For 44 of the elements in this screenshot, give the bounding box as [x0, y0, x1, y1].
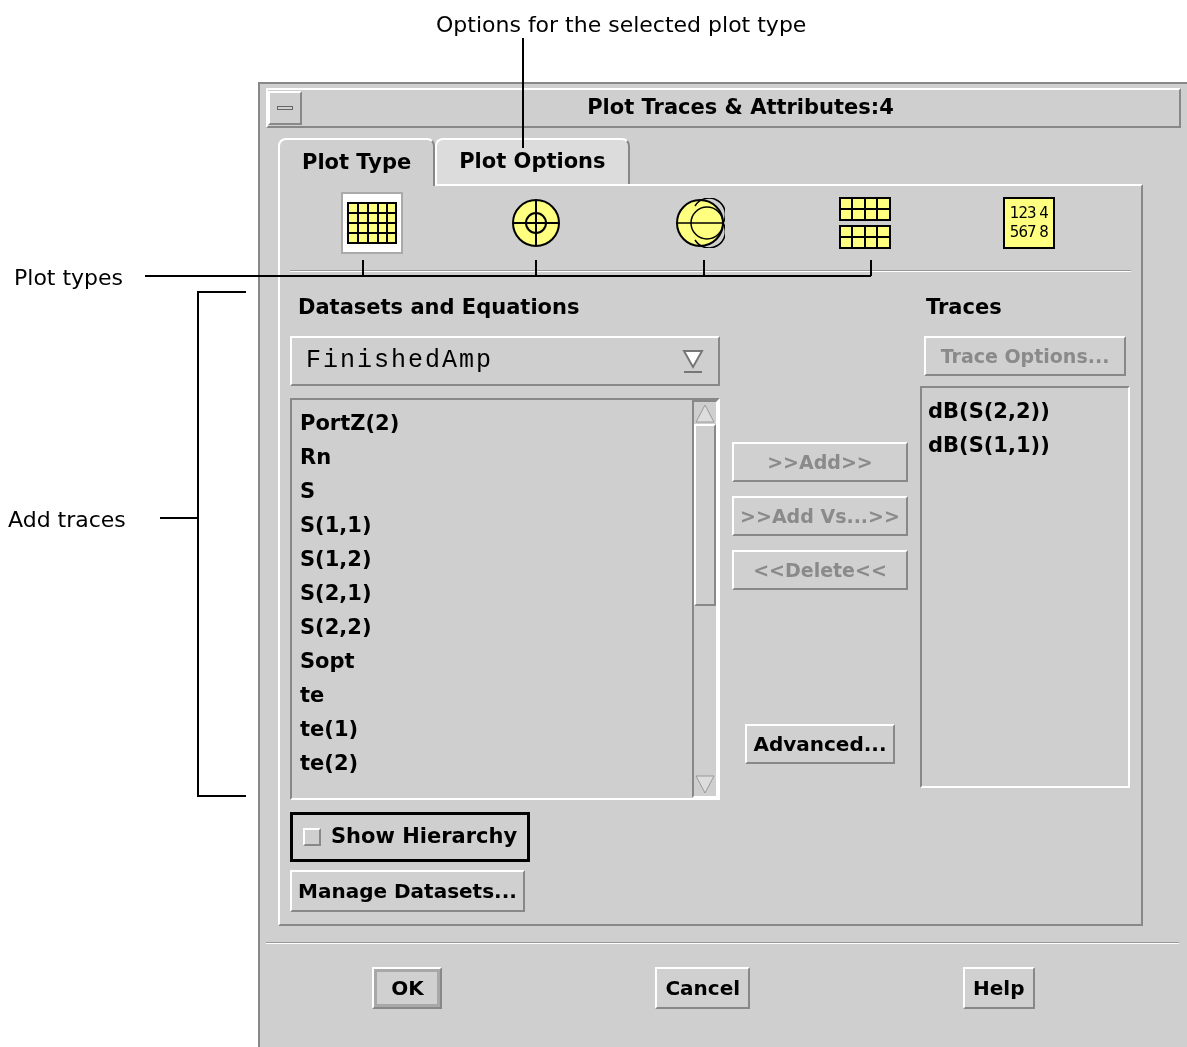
- list-item[interactable]: S(2,2): [300, 610, 692, 644]
- icon-number-text: 123 4: [1008, 204, 1049, 223]
- dialog-button[interactable]: OK: [372, 966, 443, 1009]
- list-item[interactable]: Rn: [300, 440, 692, 474]
- show-hierarchy-toggle[interactable]: Show Hierarchy: [290, 812, 531, 862]
- dialog-button[interactable]: Help: [963, 966, 1035, 1009]
- icon-number-text: 567 8: [1008, 223, 1049, 242]
- dropdown-arrow-icon: [682, 347, 704, 375]
- checkbox[interactable]: [303, 828, 321, 846]
- window-title: Plot Traces & Attributes:4: [586, 94, 895, 122]
- list-item[interactable]: S(1,2): [300, 542, 692, 576]
- list-item[interactable]: te(1): [300, 712, 692, 746]
- tab[interactable]: Plot Type: [278, 138, 436, 186]
- smith-chart-icon: [675, 198, 726, 248]
- dialog-button[interactable]: Cancel: [655, 966, 751, 1009]
- list-item[interactable]: PortZ(2): [300, 406, 692, 440]
- scroll-thumb[interactable]: [694, 424, 716, 606]
- section-heading: Traces: [925, 294, 1003, 321]
- polar-plot-icon: [511, 198, 562, 248]
- grid-plot-icon: [347, 202, 398, 244]
- list-item[interactable]: dB(S(2,2)): [928, 394, 1128, 428]
- plot-type-button[interactable]: [341, 192, 404, 254]
- list-item[interactable]: Sopt: [300, 644, 692, 678]
- list-item[interactable]: S(2,1): [300, 576, 692, 610]
- manage-datasets-button[interactable]: Manage Datasets...: [290, 870, 525, 912]
- advanced-button[interactable]: Advanced...: [745, 724, 895, 764]
- tab[interactable]: Plot Options: [435, 138, 630, 186]
- scrollbar[interactable]: [692, 400, 718, 798]
- plot-type-button[interactable]: 123 4 567 8: [997, 192, 1060, 254]
- dataset-dropdown[interactable]: FinishedAmp: [290, 336, 720, 386]
- minus-icon: [277, 106, 293, 110]
- list-item[interactable]: S(1,1): [300, 508, 692, 542]
- list-item[interactable]: S: [300, 474, 692, 508]
- section-heading: Datasets and Equations: [297, 294, 581, 321]
- callout-label: Plot types: [14, 264, 124, 292]
- callout-label: Add traces: [8, 506, 126, 534]
- scroll-down-icon: [694, 774, 716, 796]
- list-item[interactable]: te: [300, 678, 692, 712]
- list-item[interactable]: te(2): [300, 746, 692, 780]
- stacked-grid-icon: [838, 197, 891, 249]
- list-item[interactable]: dB(S(1,1)): [928, 428, 1128, 462]
- scroll-up-icon: [694, 402, 716, 424]
- window-menu-button[interactable]: [268, 91, 302, 125]
- callout-label: Options for the selected plot type: [436, 11, 807, 39]
